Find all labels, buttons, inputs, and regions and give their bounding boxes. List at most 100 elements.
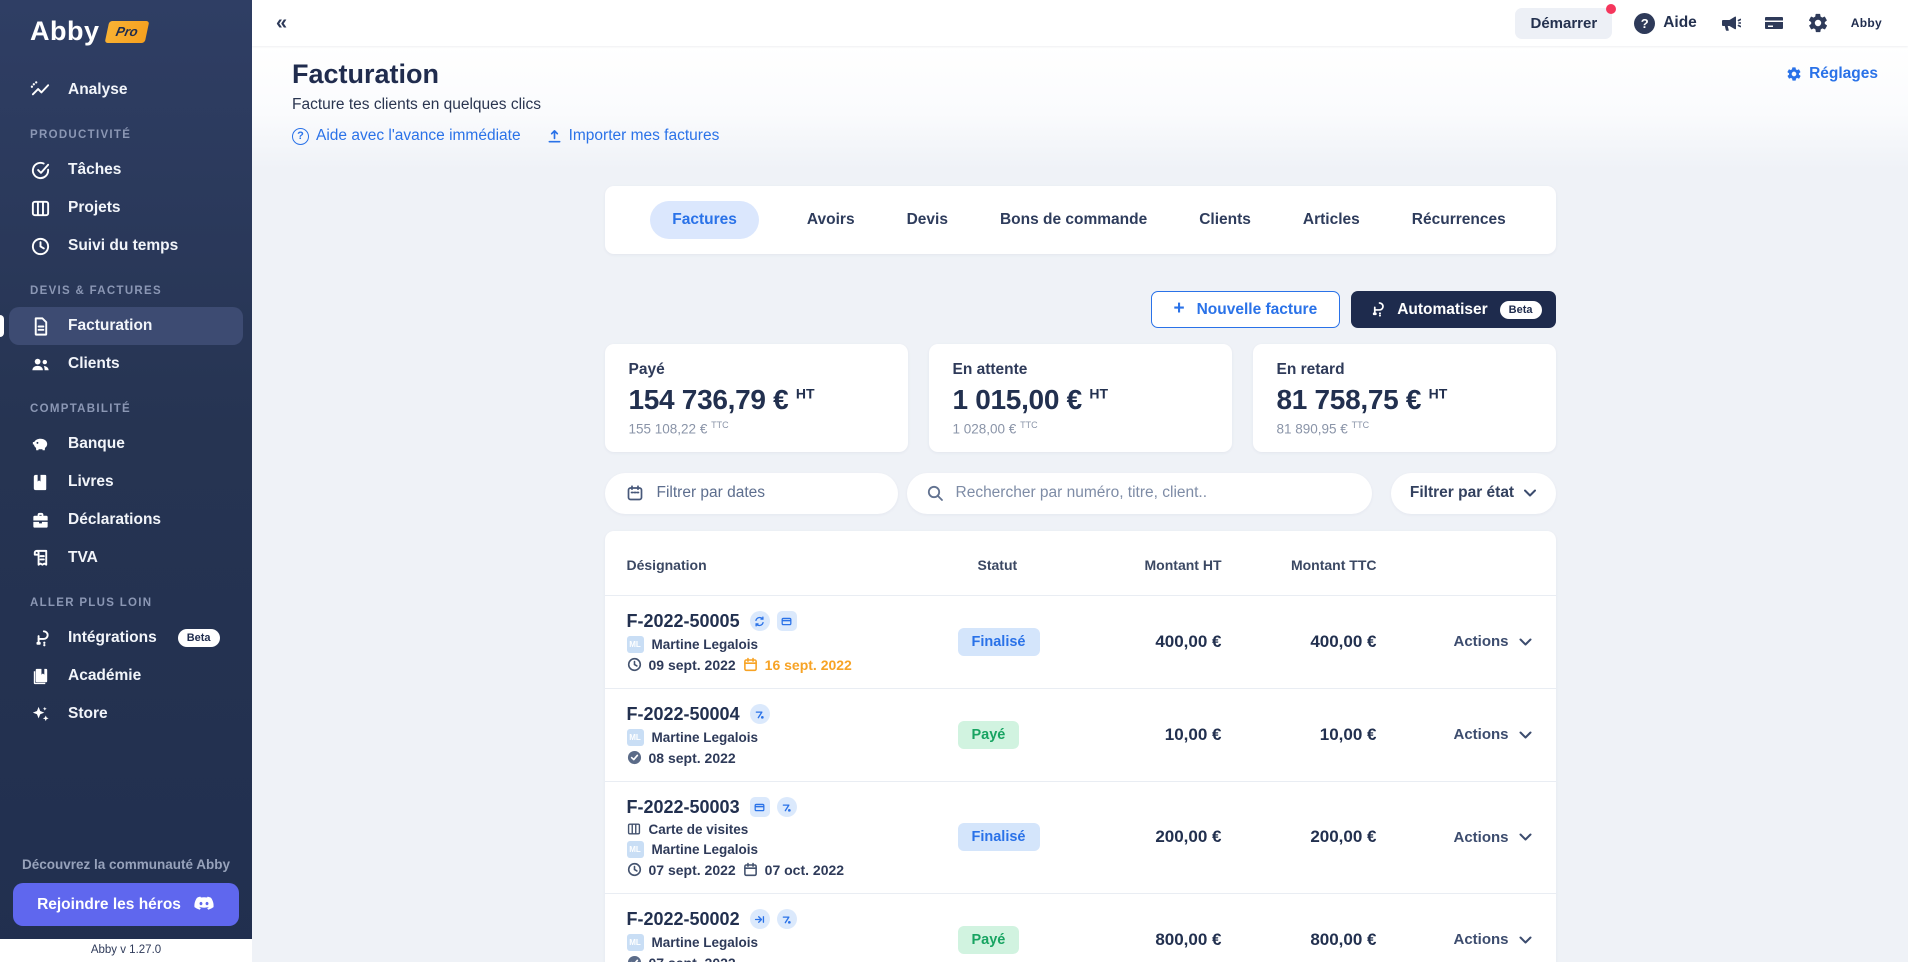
aide-avance-link[interactable]: ? Aide avec l'avance immédiate xyxy=(292,127,521,145)
sidebar-item-suivi-du-temps[interactable]: Suivi du temps xyxy=(0,227,252,265)
invoice-number[interactable]: F-2022-50005 xyxy=(627,611,740,632)
sidebar-item-store[interactable]: Store xyxy=(0,695,252,733)
invoice-client: ML Martine Legalois xyxy=(627,729,958,746)
invoice-number[interactable]: F-2022-50002 xyxy=(627,909,740,930)
transfer-arrow-icon xyxy=(750,909,770,929)
amount-ht: 800,00 € xyxy=(1108,930,1222,950)
new-invoice-button[interactable]: + Nouvelle facture xyxy=(1151,291,1341,328)
import-invoices-label: Importer mes factures xyxy=(569,127,720,145)
tab-bons-de-commande[interactable]: Bons de commande xyxy=(996,201,1151,239)
tab-articles[interactable]: Articles xyxy=(1299,201,1364,239)
aide-button[interactable]: ? Aide xyxy=(1634,13,1697,34)
megaphone-icon[interactable] xyxy=(1719,12,1741,34)
section-aller-plus-loin: Aller plus loin xyxy=(0,577,252,619)
invoice-number[interactable]: F-2022-50004 xyxy=(627,704,740,725)
sparkles-icon xyxy=(30,704,51,725)
section-comptabilite: Comptabilité xyxy=(0,383,252,425)
community-text: Découvrez la communauté Abby xyxy=(0,857,252,872)
sidebar-item-academie[interactable]: Académie xyxy=(0,657,252,695)
page-header: Facturation Facture tes clients en quelq… xyxy=(252,46,1908,169)
sidebar-item-taches[interactable]: Tâches xyxy=(0,151,252,189)
integration-plug-icon xyxy=(1367,300,1386,319)
abby-mini-logo[interactable]: Abby xyxy=(1851,16,1882,30)
sidebar-item-facturation[interactable]: Facturation xyxy=(9,307,243,345)
invoice-client: ML Martine Legalois xyxy=(627,841,958,858)
stat-value-ht: 154 736,79 € HT xyxy=(629,384,884,416)
tab-recurrences[interactable]: Récurrences xyxy=(1408,201,1510,239)
reglages-label: Réglages xyxy=(1809,65,1878,83)
status-badge: Finalisé xyxy=(958,628,1040,656)
app-version: Abby v 1.27.0 xyxy=(0,939,252,962)
topbar-right: Démarrer ? Aide Abby xyxy=(1515,8,1882,39)
actions-dropdown[interactable]: Actions xyxy=(1377,931,1534,948)
table-row[interactable]: F-2022-50005 ML xyxy=(605,595,1556,688)
gear-icon[interactable] xyxy=(1807,12,1829,34)
gear-small-icon xyxy=(1786,66,1802,82)
actions-row: + Nouvelle facture Automatiser Beta xyxy=(605,291,1556,328)
stat-value-ht: 1 015,00 € HT xyxy=(953,384,1208,416)
sidebar-item-livres[interactable]: Livres xyxy=(0,463,252,501)
invoice-number[interactable]: F-2022-50003 xyxy=(627,797,740,818)
stats-row: Payé 154 736,79 € HT 155 108,22 € TTC En… xyxy=(605,344,1556,452)
clock-icon xyxy=(627,657,642,672)
actions-label: Actions xyxy=(1453,726,1508,743)
content: Factures Avoirs Devis Bons de commande C… xyxy=(252,169,1908,962)
sidebar-item-label: Projets xyxy=(68,199,121,217)
client-name: Martine Legalois xyxy=(652,730,759,745)
invoice-project: Carte de visites xyxy=(627,822,958,837)
sidebar-item-label: Banque xyxy=(68,435,125,453)
stat-label: Payé xyxy=(629,361,884,379)
invoice-designation: F-2022-50004 ML Martine Legalois xyxy=(627,704,958,766)
import-invoices-link[interactable]: Importer mes factures xyxy=(547,127,720,145)
table-row[interactable]: F-2022-50004 ML Martine Legalois xyxy=(605,688,1556,781)
demarrer-button[interactable]: Démarrer xyxy=(1515,8,1612,39)
due-date: 16 sept. 2022 xyxy=(765,657,852,673)
briefcase-icon xyxy=(30,510,51,531)
sidebar-item-banque[interactable]: Banque xyxy=(0,425,252,463)
pro-badge: Pro xyxy=(104,21,148,43)
new-invoice-label: Nouvelle facture xyxy=(1197,301,1318,319)
tab-factures[interactable]: Factures xyxy=(650,201,759,239)
terminal-window-icon[interactable] xyxy=(1763,12,1785,34)
recurrence-sync-icon xyxy=(750,611,770,631)
clock-icon xyxy=(30,236,51,257)
sidebar-item-declarations[interactable]: Déclarations xyxy=(0,501,252,539)
chevron-down-icon xyxy=(1524,489,1536,497)
sidebar-item-tva[interactable]: TVA xyxy=(0,539,252,577)
tab-avoirs[interactable]: Avoirs xyxy=(803,201,859,239)
app-logo[interactable]: Abby Pro xyxy=(0,0,252,57)
actions-dropdown[interactable]: Actions xyxy=(1377,726,1534,743)
tab-devis[interactable]: Devis xyxy=(903,201,952,239)
date-filter-button[interactable]: Filtrer par dates xyxy=(605,473,898,514)
integration-plug-icon xyxy=(30,628,51,649)
reglages-link[interactable]: Réglages xyxy=(1786,59,1878,83)
invoice-dates: 09 sept. 2022 16 sept. 2022 xyxy=(627,657,958,673)
sidebar-item-integrations[interactable]: Intégrations Beta xyxy=(0,619,252,657)
actions-dropdown[interactable]: Actions xyxy=(1377,633,1534,650)
status-filter-button[interactable]: Filtrer par état xyxy=(1391,473,1556,514)
join-heroes-button[interactable]: Rejoindre les héros xyxy=(13,883,239,926)
sidebar: Abby Pro Analyse Productivité Tâches Pro… xyxy=(0,0,252,962)
invoice-designation: F-2022-50003 xyxy=(627,797,958,878)
calendar-icon xyxy=(626,484,644,502)
stat-label: En attente xyxy=(953,361,1208,379)
collapse-sidebar-icon[interactable]: « xyxy=(270,9,293,37)
upload-icon xyxy=(547,129,562,144)
table-row[interactable]: F-2022-50003 xyxy=(605,781,1556,893)
sidebar-item-analyse[interactable]: Analyse xyxy=(0,71,252,109)
sidebar-item-clients[interactable]: Clients xyxy=(0,345,252,383)
sidebar-footer: Découvrez la communauté Abby Rejoindre l… xyxy=(0,857,252,962)
stat-label: En retard xyxy=(1277,361,1532,379)
actions-dropdown[interactable]: Actions xyxy=(1377,829,1534,846)
client-avatar: ML xyxy=(627,841,644,858)
check-circle-icon xyxy=(30,160,51,181)
tab-clients[interactable]: Clients xyxy=(1195,201,1255,239)
sidebar-item-label: Suivi du temps xyxy=(68,237,178,255)
issue-date: 07 sept. 2022 xyxy=(649,862,736,878)
users-icon xyxy=(30,354,51,375)
automate-button[interactable]: Automatiser Beta xyxy=(1351,291,1555,328)
check-circle-icon xyxy=(627,955,642,962)
sidebar-item-projets[interactable]: Projets xyxy=(0,189,252,227)
table-row[interactable]: F-2022-50002 ML xyxy=(605,893,1556,962)
search-input[interactable] xyxy=(956,484,1354,502)
